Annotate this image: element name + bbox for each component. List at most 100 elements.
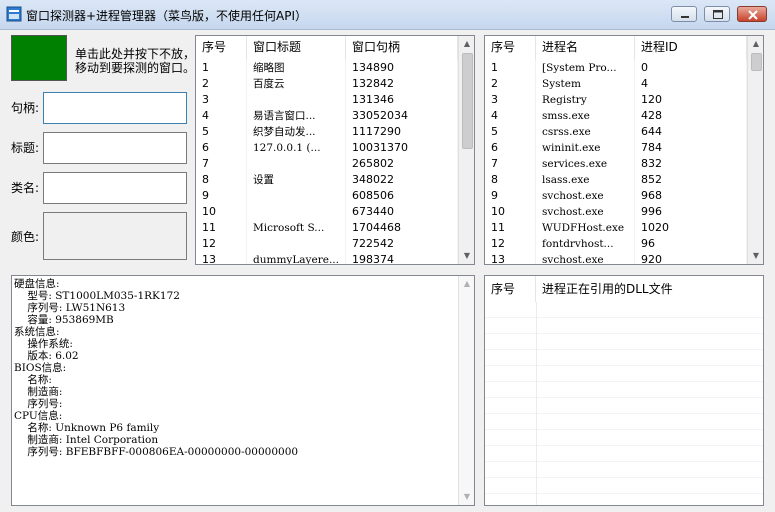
list-cell: 3 (196, 92, 247, 108)
list-row[interactable]: 6 127.0.0.1 (... 10031370 (196, 140, 458, 156)
system-info-line: 制造商: (14, 386, 63, 398)
list-cell: 673440 (346, 204, 458, 220)
list-cell: 缩略图 (247, 60, 346, 76)
list-row[interactable]: 5 csrss.exe 644 (485, 124, 747, 140)
list-cell: Microsoft S... (247, 220, 346, 236)
list-row[interactable]: 3 131346 (196, 92, 458, 108)
color-field (43, 212, 187, 260)
scroll-up-icon[interactable]: ▲ (459, 276, 474, 292)
list-cell: 3 (485, 92, 536, 108)
list-cell: WUDFHost.exe (536, 220, 635, 236)
list-cell: 1 (196, 60, 247, 76)
column-header-index[interactable]: 序号 (485, 276, 536, 302)
system-info-line: 序列号: (14, 398, 63, 410)
system-info-line: 名称: Unknown P6 family (14, 422, 160, 434)
title-field[interactable] (43, 132, 187, 164)
list-cell: 131346 (346, 92, 458, 108)
list-row[interactable]: 5 织梦自动发... 1117290 (196, 124, 458, 140)
scroll-down-icon[interactable]: ▼ (459, 248, 474, 264)
close-button[interactable] (737, 6, 767, 22)
list-cell (247, 204, 346, 220)
list-cell (247, 92, 346, 108)
list-row[interactable]: 11 WUDFHost.exe 1020 (485, 220, 747, 236)
list-cell: 0 (635, 60, 747, 76)
window-list[interactable]: 序号 窗口标题 窗口句柄 1 缩略图 134890 2 百度云 132842 3 131346… (195, 35, 475, 265)
list-cell: 8 (485, 172, 536, 188)
list-cell: 10031370 (346, 140, 458, 156)
list-cell: 198374 (346, 252, 458, 264)
list-cell: 920 (635, 252, 747, 264)
handle-field[interactable] (43, 92, 187, 124)
title-bar[interactable]: 窗口探测器+进程管理器（菜鸟版，不使用任何API） (0, 0, 775, 30)
scroll-thumb[interactable] (462, 53, 473, 149)
scroll-up-icon[interactable]: ▲ (748, 36, 763, 52)
list-row[interactable]: 7 services.exe 832 (485, 156, 747, 172)
list-row[interactable]: 4 smss.exe 428 (485, 108, 747, 124)
scroll-down-icon[interactable]: ▼ (748, 248, 763, 264)
process-list[interactable]: 序号 进程名 进程ID 1 [System Pro... 0 2 System 4 3 Reg… (484, 35, 764, 265)
list-cell: fontdrvhost... (536, 236, 635, 252)
list-row[interactable]: 10 673440 (196, 204, 458, 220)
column-header-window-handle[interactable]: 窗口句柄 (346, 36, 458, 60)
system-info-line: 序列号: BFEBFBFF-000806EA-00000000-00000000 (14, 446, 299, 458)
column-header-dll-file[interactable]: 进程正在引用的DLL文件 (536, 276, 763, 302)
list-cell: 织梦自动发... (247, 124, 346, 140)
scroll-down-icon[interactable]: ▼ (459, 489, 474, 505)
dll-empty-row (485, 366, 763, 382)
column-header-process-id[interactable]: 进程ID (635, 36, 747, 60)
list-cell: 96 (635, 236, 747, 252)
list-row[interactable]: 10 svchost.exe 996 (485, 204, 747, 220)
column-header-window-title[interactable]: 窗口标题 (247, 36, 346, 60)
dll-empty-row (485, 478, 763, 494)
list-row[interactable]: 8 lsass.exe 852 (485, 172, 747, 188)
scroll-thumb[interactable] (751, 53, 762, 71)
list-row[interactable]: 13 dummyLayere... 198374 (196, 252, 458, 264)
list-row[interactable]: 12 fontdrvhost... 96 (485, 236, 747, 252)
list-cell: 10 (485, 204, 536, 220)
column-header-index[interactable]: 序号 (485, 36, 536, 60)
window-list-body: 1 缩略图 134890 2 百度云 132842 3 131346 4 易语言窗口... 3305… (196, 60, 458, 264)
window-list-header: 序号 窗口标题 窗口句柄 (196, 36, 458, 60)
list-cell: 644 (635, 124, 747, 140)
column-header-index[interactable]: 序号 (196, 36, 247, 60)
list-cell: 2 (485, 76, 536, 92)
list-row[interactable]: 9 608506 (196, 188, 458, 204)
maximize-button[interactable] (704, 6, 730, 22)
list-row[interactable]: 2 百度云 132842 (196, 76, 458, 92)
list-row[interactable]: 7 265802 (196, 156, 458, 172)
system-info-textbox[interactable]: 硬盘信息: 型号: ST1000LM035-1RK172 序列号: LW51N6… (11, 275, 475, 506)
list-row[interactable]: 6 wininit.exe 784 (485, 140, 747, 156)
list-row[interactable]: 13 svchost.exe 920 (485, 252, 747, 264)
list-row[interactable]: 4 易语言窗口... 33052034 (196, 108, 458, 124)
list-row[interactable]: 12 722542 (196, 236, 458, 252)
list-cell: 13 (196, 252, 247, 264)
dll-list-header: 序号 进程正在引用的DLL文件 (485, 276, 763, 302)
list-cell: 722542 (346, 236, 458, 252)
app-window-icon (6, 6, 22, 22)
window-list-scrollbar[interactable]: ▲ ▼ (458, 36, 474, 264)
class-field[interactable] (43, 172, 187, 204)
list-row[interactable]: 9 svchost.exe 968 (485, 188, 747, 204)
list-cell: 12 (196, 236, 247, 252)
list-row[interactable]: 8 设置 348022 (196, 172, 458, 188)
list-cell: 7 (485, 156, 536, 172)
list-row[interactable]: 1 缩略图 134890 (196, 60, 458, 76)
dll-list-body (485, 302, 763, 494)
list-row[interactable]: 3 Registry 120 (485, 92, 747, 108)
column-divider (536, 302, 537, 505)
scroll-up-icon[interactable]: ▲ (459, 36, 474, 52)
minimize-button[interactable] (671, 6, 697, 22)
list-cell: services.exe (536, 156, 635, 172)
probe-target-swatch[interactable] (11, 35, 67, 81)
list-row[interactable]: 1 [System Pro... 0 (485, 60, 747, 76)
system-info-line: 硬盘信息: (14, 278, 60, 290)
list-row[interactable]: 11 Microsoft S... 1704468 (196, 220, 458, 236)
system-info-scrollbar[interactable]: ▲ ▼ (458, 276, 474, 505)
list-cell: Registry (536, 92, 635, 108)
column-header-process-name[interactable]: 进程名 (536, 36, 635, 60)
process-list-scrollbar[interactable]: ▲ ▼ (747, 36, 763, 264)
list-row[interactable]: 2 System 4 (485, 76, 747, 92)
system-info-line: BIOS信息: (14, 362, 67, 374)
dll-list[interactable]: 序号 进程正在引用的DLL文件 (484, 275, 764, 506)
list-cell: svchost.exe (536, 252, 635, 264)
